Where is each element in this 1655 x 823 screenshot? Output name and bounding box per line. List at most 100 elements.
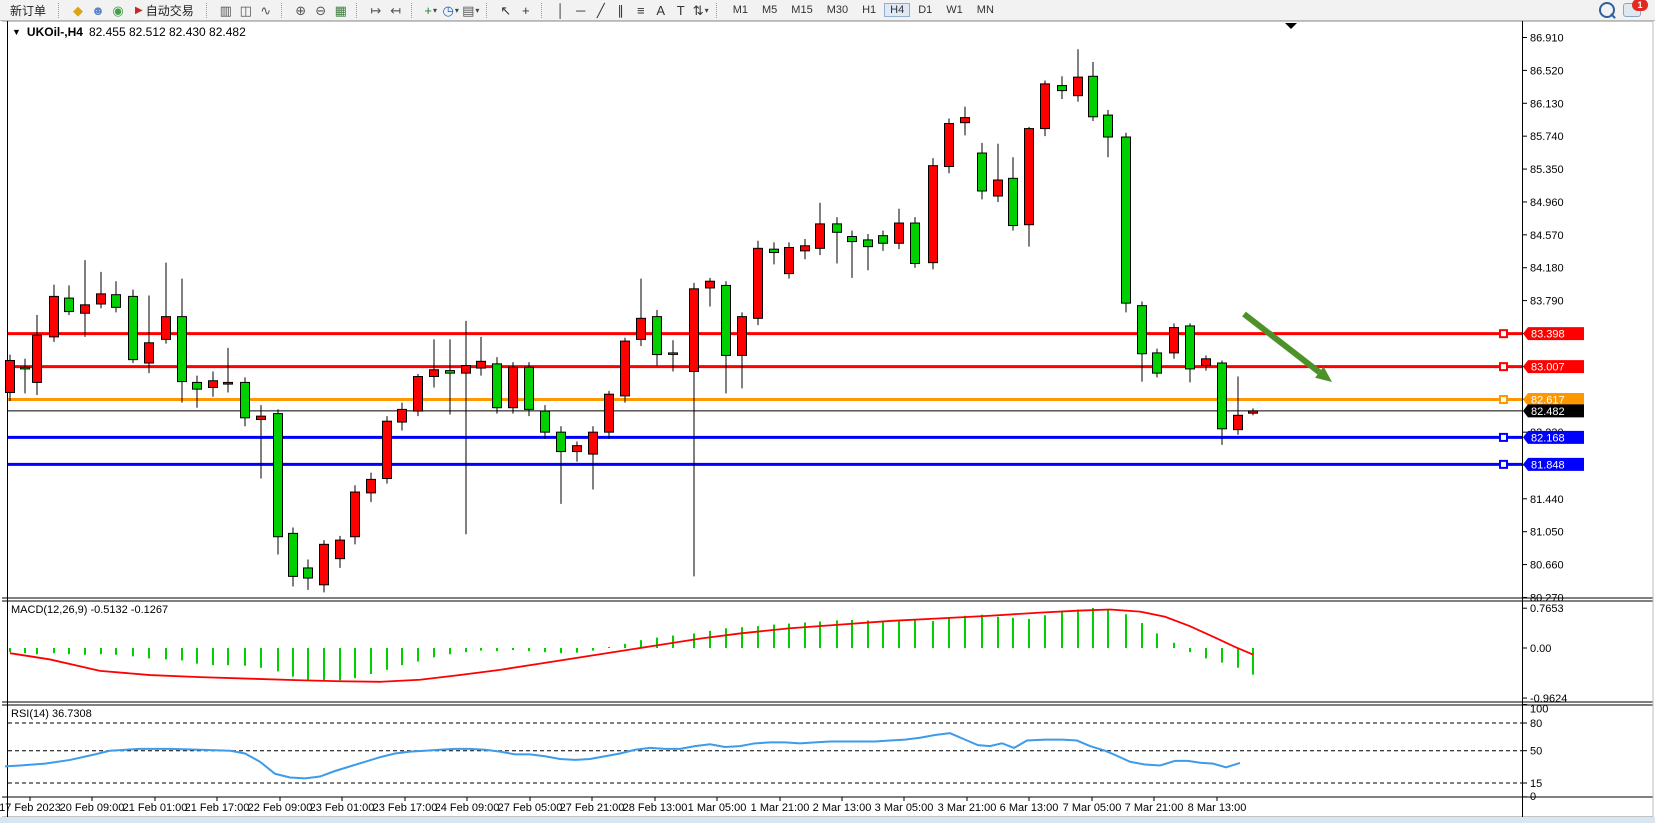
svg-text:82.168: 82.168: [1531, 432, 1565, 444]
channel-icon[interactable]: ∥: [612, 2, 630, 19]
svg-text:7 Mar 21:00: 7 Mar 21:00: [1125, 802, 1184, 814]
svg-text:2 Mar 13:00: 2 Mar 13:00: [813, 802, 872, 814]
svg-text:28 Feb 13:00: 28 Feb 13:00: [623, 802, 688, 814]
timeframe-w1-button[interactable]: W1: [940, 3, 969, 17]
profile-icon[interactable]: ☻: [89, 2, 107, 19]
template-icon-caret[interactable]: ▾: [475, 2, 479, 19]
zoom-in-icon[interactable]: ⊕: [292, 2, 310, 19]
svg-text:27 Feb 05:00: 27 Feb 05:00: [498, 802, 563, 814]
chart-title-row: ▼ UKOil-,H4 82.455 82.512 82.430 82.482: [12, 25, 246, 39]
svg-text:100: 100: [1530, 704, 1548, 716]
crosshair-icon[interactable]: +: [517, 2, 535, 19]
svg-text:85.740: 85.740: [1530, 131, 1564, 143]
text-label-icon[interactable]: T: [672, 2, 690, 19]
bar-chart-icon[interactable]: ▥: [217, 2, 235, 19]
ohlc-quote-label: 82.455 82.512 82.430 82.482: [89, 25, 246, 39]
svg-text:81.440: 81.440: [1530, 494, 1564, 506]
timeframe-m30-button[interactable]: M30: [821, 3, 854, 17]
timeframe-h4-button[interactable]: H4: [884, 3, 910, 17]
line-chart-icon[interactable]: ∿: [257, 2, 275, 19]
svg-text:50: 50: [1530, 746, 1542, 758]
tile-windows-icon[interactable]: ▦: [332, 2, 350, 19]
svg-text:86.130: 86.130: [1530, 98, 1564, 110]
notifications-icon[interactable]: 1: [1623, 3, 1641, 17]
svg-text:21 Feb 01:00: 21 Feb 01:00: [123, 802, 188, 814]
symbol-period-label: UKOil-,H4: [27, 25, 83, 39]
svg-text:81.050: 81.050: [1530, 527, 1564, 539]
svg-text:20 Feb 09:00: 20 Feb 09:00: [60, 802, 125, 814]
arrows-icon-caret[interactable]: ▾: [705, 2, 709, 19]
toolbar-separator: [58, 3, 64, 18]
svg-text:17 Feb 2023: 17 Feb 2023: [0, 802, 61, 814]
trendline-icon[interactable]: ╱: [592, 2, 610, 19]
svg-text:27 Feb 21:00: 27 Feb 21:00: [560, 802, 625, 814]
svg-text:21 Feb 17:00: 21 Feb 17:00: [185, 802, 250, 814]
arrows-icon[interactable]: ⇅▾: [692, 2, 710, 19]
timeframe-m5-button[interactable]: M5: [756, 3, 783, 17]
rsi-indicator-label: RSI(14) 36.7308: [11, 708, 92, 720]
svg-text:83.790: 83.790: [1530, 296, 1564, 308]
notification-badge: 1: [1632, 0, 1648, 11]
svg-text:22 Feb 09:00: 22 Feb 09:00: [248, 802, 313, 814]
horizontal-line-icon[interactable]: ─: [572, 2, 590, 19]
vertical-line-icon[interactable]: │: [552, 2, 570, 19]
svg-text:1 Mar 21:00: 1 Mar 21:00: [751, 802, 810, 814]
new-order-button[interactable]: 新订单: [4, 1, 52, 20]
svg-text:80.660: 80.660: [1530, 560, 1564, 572]
candlestick-icon[interactable]: ◫: [237, 2, 255, 19]
svg-text:83.398: 83.398: [1531, 329, 1565, 341]
search-icon[interactable]: [1599, 2, 1615, 18]
svg-text:84.180: 84.180: [1530, 263, 1564, 275]
price-chart-canvas[interactable]: 86.91086.52086.13085.74085.35084.96084.5…: [0, 0, 1655, 823]
svg-text:0: 0: [1530, 791, 1536, 803]
new-order-button-label: 新订单: [10, 2, 46, 19]
zoom-out-icon[interactable]: ⊖: [312, 2, 330, 19]
main-toolbar: 新订单 ◆☻◉▶自动交易 ▥◫∿ ⊕⊖▦ ↦↤ +▾◷▾▤▾ ↖+ │─╱∥≡AT⇅▾ M1M5…: [0, 0, 1655, 21]
period-icon[interactable]: ◷▾: [442, 2, 460, 19]
toolbar-separator: [541, 3, 547, 18]
toolbar-separator: [356, 3, 362, 18]
toolbar-separator: [411, 3, 417, 18]
svg-text:82.482: 82.482: [1531, 406, 1565, 418]
macd-indicator-label: MACD(12,26,9) -0.5132 -0.1267: [11, 604, 168, 616]
svg-text:3 Mar 05:00: 3 Mar 05:00: [875, 802, 934, 814]
cursor-icon[interactable]: ↖: [497, 2, 515, 19]
svg-text:15: 15: [1530, 778, 1542, 790]
signal-icon[interactable]: ◉: [109, 2, 127, 19]
svg-text:83.007: 83.007: [1531, 362, 1565, 374]
timeframe-m1-button[interactable]: M1: [727, 3, 754, 17]
fibonacci-icon[interactable]: ≡: [632, 2, 650, 19]
auto-trading-icon: ▶: [135, 5, 143, 16]
svg-text:7 Mar 05:00: 7 Mar 05:00: [1063, 802, 1122, 814]
text-icon[interactable]: A: [652, 2, 670, 19]
auto-trading-button[interactable]: ▶自动交易: [129, 1, 200, 20]
chart-shift-icon[interactable]: ↤: [387, 2, 405, 19]
svg-text:3 Mar 21:00: 3 Mar 21:00: [938, 802, 997, 814]
status-strip: [0, 817, 1655, 823]
symbol-dropdown-icon[interactable]: ▼: [12, 27, 21, 37]
svg-text:1 Mar 05:00: 1 Mar 05:00: [688, 802, 747, 814]
template-icon[interactable]: ▤▾: [462, 2, 480, 19]
svg-text:8 Mar 13:00: 8 Mar 13:00: [1188, 802, 1247, 814]
timeframe-m15-button[interactable]: M15: [785, 3, 818, 17]
svg-text:86.520: 86.520: [1530, 65, 1564, 77]
auto-scroll-icon[interactable]: ↦: [367, 2, 385, 19]
timeframe-mn-button[interactable]: MN: [971, 3, 1000, 17]
svg-text:81.848: 81.848: [1531, 459, 1565, 471]
svg-text:85.350: 85.350: [1530, 164, 1564, 176]
svg-text:86.910: 86.910: [1530, 33, 1564, 45]
toolbar-separator: [486, 3, 492, 18]
svg-text:24 Feb 09:00: 24 Feb 09:00: [435, 802, 500, 814]
svg-text:6 Mar 13:00: 6 Mar 13:00: [1000, 802, 1059, 814]
timeframe-d1-button[interactable]: D1: [912, 3, 938, 17]
period-icon-caret[interactable]: ▾: [455, 2, 459, 19]
svg-text:23 Feb 17:00: 23 Feb 17:00: [373, 802, 438, 814]
gold-icon[interactable]: ◆: [69, 2, 87, 19]
svg-text:84.960: 84.960: [1530, 197, 1564, 209]
svg-text:0.7653: 0.7653: [1530, 603, 1564, 615]
toolbar-separator: [281, 3, 287, 18]
timeframe-h1-button[interactable]: H1: [856, 3, 882, 17]
new-chart-icon-caret[interactable]: ▾: [433, 2, 437, 19]
svg-text:80: 80: [1530, 718, 1542, 730]
new-chart-icon[interactable]: +▾: [422, 2, 440, 19]
